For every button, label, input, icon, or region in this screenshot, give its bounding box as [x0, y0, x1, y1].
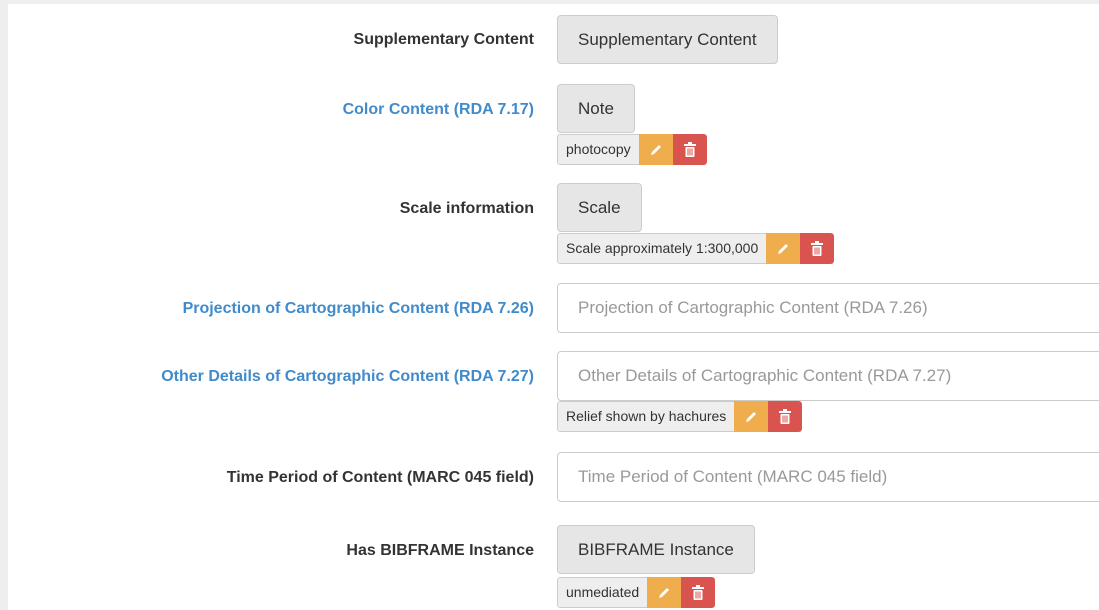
bibframe-instance-label: Has BIBFRAME Instance [346, 542, 534, 559]
projection-label[interactable]: Projection of Cartographic Content (RDA … [183, 300, 534, 318]
unmediated-tag: unmediated [557, 577, 716, 608]
tag-text: photocopy [557, 134, 639, 165]
scale-information-label: Scale information [399, 200, 534, 217]
time-period-label: Time Period of Content (MARC 045 field) [226, 469, 534, 486]
other-details-input[interactable]: Other Details of Cartographic Content (R… [557, 351, 1099, 401]
pencil-icon[interactable] [734, 401, 769, 432]
trash-icon[interactable] [672, 134, 707, 165]
tag-text: unmediated [557, 577, 648, 608]
scale-button[interactable]: Scale [557, 183, 642, 232]
tag-text: Relief shown by hachures [557, 401, 735, 432]
other-details-label[interactable]: Other Details of Cartographic Content (R… [161, 368, 534, 386]
scale-tag: Scale approximately 1:300,000 [557, 233, 835, 264]
time-period-input[interactable]: Time Period of Content (MARC 045 field) [557, 452, 1099, 502]
frame-top-border [0, 0, 1099, 4]
pencil-icon[interactable] [647, 577, 682, 608]
photocopy-tag: photocopy [557, 134, 707, 165]
trash-icon[interactable] [768, 401, 803, 432]
pencil-icon[interactable] [638, 134, 673, 165]
trash-icon[interactable] [800, 233, 835, 264]
supplementary-content-label: Supplementary Content [353, 31, 534, 48]
projection-input[interactable]: Projection of Cartographic Content (RDA … [557, 283, 1099, 333]
frame-left-border [0, 0, 8, 610]
bibframe-instance-button[interactable]: BIBFRAME Instance [557, 525, 755, 574]
tag-text: Scale approximately 1:300,000 [557, 233, 767, 264]
note-button[interactable]: Note [557, 84, 635, 133]
relief-tag: Relief shown by hachures [557, 401, 803, 432]
color-content-label[interactable]: Color Content (RDA 7.17) [343, 101, 534, 119]
trash-icon[interactable] [681, 577, 716, 608]
pencil-icon[interactable] [766, 233, 801, 264]
supplementary-content-button[interactable]: Supplementary Content [557, 15, 778, 64]
